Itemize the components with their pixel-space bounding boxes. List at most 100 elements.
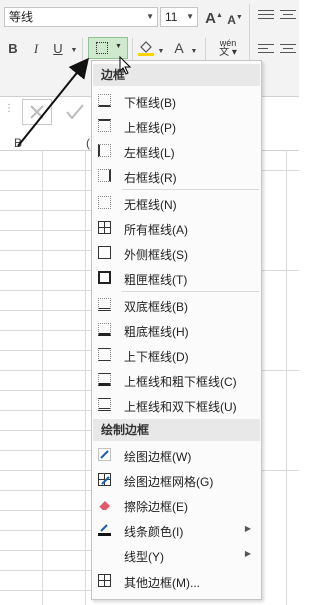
- menu-item-no-border[interactable]: 无框线(N): [92, 191, 261, 216]
- grid-line: [0, 190, 92, 191]
- grid-line: [0, 490, 92, 491]
- submenu-arrow-icon: ▶: [244, 524, 251, 533]
- thick-bottom-border-icon: [98, 323, 111, 336]
- left-border-icon: [98, 144, 111, 157]
- grow-font-button[interactable]: A▲: [205, 8, 223, 27]
- menu-item-right-border[interactable]: 右框线(R): [92, 164, 261, 189]
- draw-border-icon: [98, 448, 111, 461]
- fill-color-button[interactable]: [138, 40, 154, 56]
- ribbon-separator: [205, 38, 206, 60]
- font-size-value: 11: [165, 10, 178, 24]
- menu-separator: [122, 291, 259, 292]
- chevron-down-icon[interactable]: ▼: [190, 44, 198, 60]
- menu-item-outside-borders[interactable]: 外侧框线(S): [92, 241, 261, 266]
- eraser-icon: [98, 501, 110, 511]
- grid-line: [0, 270, 92, 271]
- grid-line: [0, 290, 92, 291]
- menu-item-top-bottom-border[interactable]: 上下框线(D): [92, 343, 261, 368]
- right-border-icon: [98, 169, 111, 182]
- top-double-bottom-border-icon: [98, 398, 111, 411]
- border-icon: [96, 42, 108, 54]
- font-name-combobox[interactable]: 等线 ▼: [4, 7, 158, 27]
- top-bottom-border-icon: [98, 348, 111, 361]
- italic-button[interactable]: I: [29, 41, 43, 57]
- grid-line: [0, 410, 92, 411]
- menu-item-thick-box-border[interactable]: 粗匣框线(T): [92, 266, 261, 291]
- grid-line: [0, 210, 92, 211]
- grid-line: [42, 150, 43, 605]
- align-center-icon[interactable]: [280, 44, 296, 56]
- mouse-cursor-icon: [119, 56, 132, 75]
- menu-item-top-border[interactable]: 上框线(P): [92, 114, 261, 139]
- grid-line: [0, 530, 92, 531]
- no-border-icon: [98, 196, 111, 209]
- grid-line: [0, 470, 92, 471]
- outside-borders-icon: [98, 246, 111, 259]
- chevron-down-icon[interactable]: ▼: [146, 8, 154, 26]
- grid-line: [262, 370, 299, 371]
- grid-line: [286, 150, 287, 605]
- grid-line: [0, 250, 92, 251]
- all-borders-icon: [98, 221, 111, 234]
- grid-line: [0, 430, 92, 431]
- grid-line: [0, 370, 92, 371]
- grid-line: [0, 550, 92, 551]
- grid-line: [0, 330, 92, 331]
- more-borders-icon: [98, 574, 111, 587]
- bold-button[interactable]: B: [6, 41, 20, 57]
- font-size-combobox[interactable]: 11 ▼: [160, 7, 198, 27]
- grid-line: [0, 170, 92, 171]
- grid-line: [0, 310, 92, 311]
- menu-item-draw-border[interactable]: 绘图边框(W): [92, 443, 261, 468]
- draw-border-grid-icon: [98, 473, 111, 486]
- grid-line: [0, 510, 92, 511]
- grid-line: [0, 230, 92, 231]
- grid-line: [0, 350, 92, 351]
- shrink-font-button[interactable]: A▼: [227, 10, 243, 28]
- menu-item-line-color[interactable]: 线条颜色(I) ▶: [92, 518, 261, 543]
- grid-line: [262, 170, 299, 171]
- borders-dropdown-menu: 边框 下框线(B) 上框线(P) 左框线(L) 右框线(R) 无框线(N) 所有…: [91, 60, 262, 600]
- grid-line: [0, 570, 92, 571]
- menu-item-erase-border[interactable]: 擦除边框(E): [92, 493, 261, 518]
- menu-item-double-bottom-border[interactable]: 双底框线(B): [92, 293, 261, 318]
- menu-item-line-style[interactable]: 线型(Y) ▶: [92, 543, 261, 568]
- phonetic-glyph-icon: 文 ▾: [219, 47, 237, 58]
- grid-line: [85, 150, 86, 605]
- align-top-icon[interactable]: [258, 10, 274, 22]
- top-border-icon: [98, 119, 111, 132]
- double-bottom-border-icon: [98, 298, 111, 311]
- chevron-down-icon[interactable]: ▼: [186, 8, 194, 26]
- grid-line: [0, 590, 92, 591]
- grid-line: [0, 390, 92, 391]
- bottom-border-icon: [98, 94, 111, 107]
- thick-box-border-icon: [98, 271, 111, 284]
- align-left-icon[interactable]: [258, 44, 274, 56]
- line-color-icon: [98, 524, 111, 536]
- menu-item-thick-bottom-border[interactable]: 粗底框线(H): [92, 318, 261, 343]
- align-middle-icon[interactable]: [280, 10, 296, 22]
- chevron-down-icon: ▼: [115, 43, 122, 50]
- annotation-arrow: [17, 57, 90, 147]
- menu-item-draw-border-grid[interactable]: 绘图边框网格(G): [92, 468, 261, 493]
- underline-button[interactable]: U: [51, 41, 65, 57]
- grid-line: [262, 470, 299, 471]
- menu-item-more-borders[interactable]: 其他边框(M)...: [92, 569, 261, 594]
- grid-line: [0, 450, 92, 451]
- font-color-button[interactable]: A: [172, 40, 186, 56]
- phonetic-guide-button[interactable]: wén 文 ▾: [213, 38, 243, 58]
- font-name-value: 等线: [9, 10, 34, 24]
- menu-separator: [122, 189, 259, 190]
- formula-bar-grip: ⋮: [4, 103, 14, 119]
- chevron-down-icon[interactable]: ▼: [157, 44, 165, 60]
- menu-item-bottom-border[interactable]: 下框线(B): [92, 89, 261, 114]
- menu-item-all-borders[interactable]: 所有框线(A): [92, 216, 261, 241]
- section-header-draw-borders: 绘制边框: [93, 419, 260, 441]
- paint-bucket-icon: [138, 41, 154, 56]
- menu-item-top-thick-bottom-border[interactable]: 上框线和粗下框线(C): [92, 368, 261, 393]
- grid-line: [262, 270, 299, 271]
- submenu-arrow-icon: ▶: [244, 549, 251, 558]
- menu-item-left-border[interactable]: 左框线(L): [92, 139, 261, 164]
- line-style-icon: [98, 548, 111, 561]
- menu-item-top-double-bottom-border[interactable]: 上框线和双下框线(U): [92, 393, 261, 418]
